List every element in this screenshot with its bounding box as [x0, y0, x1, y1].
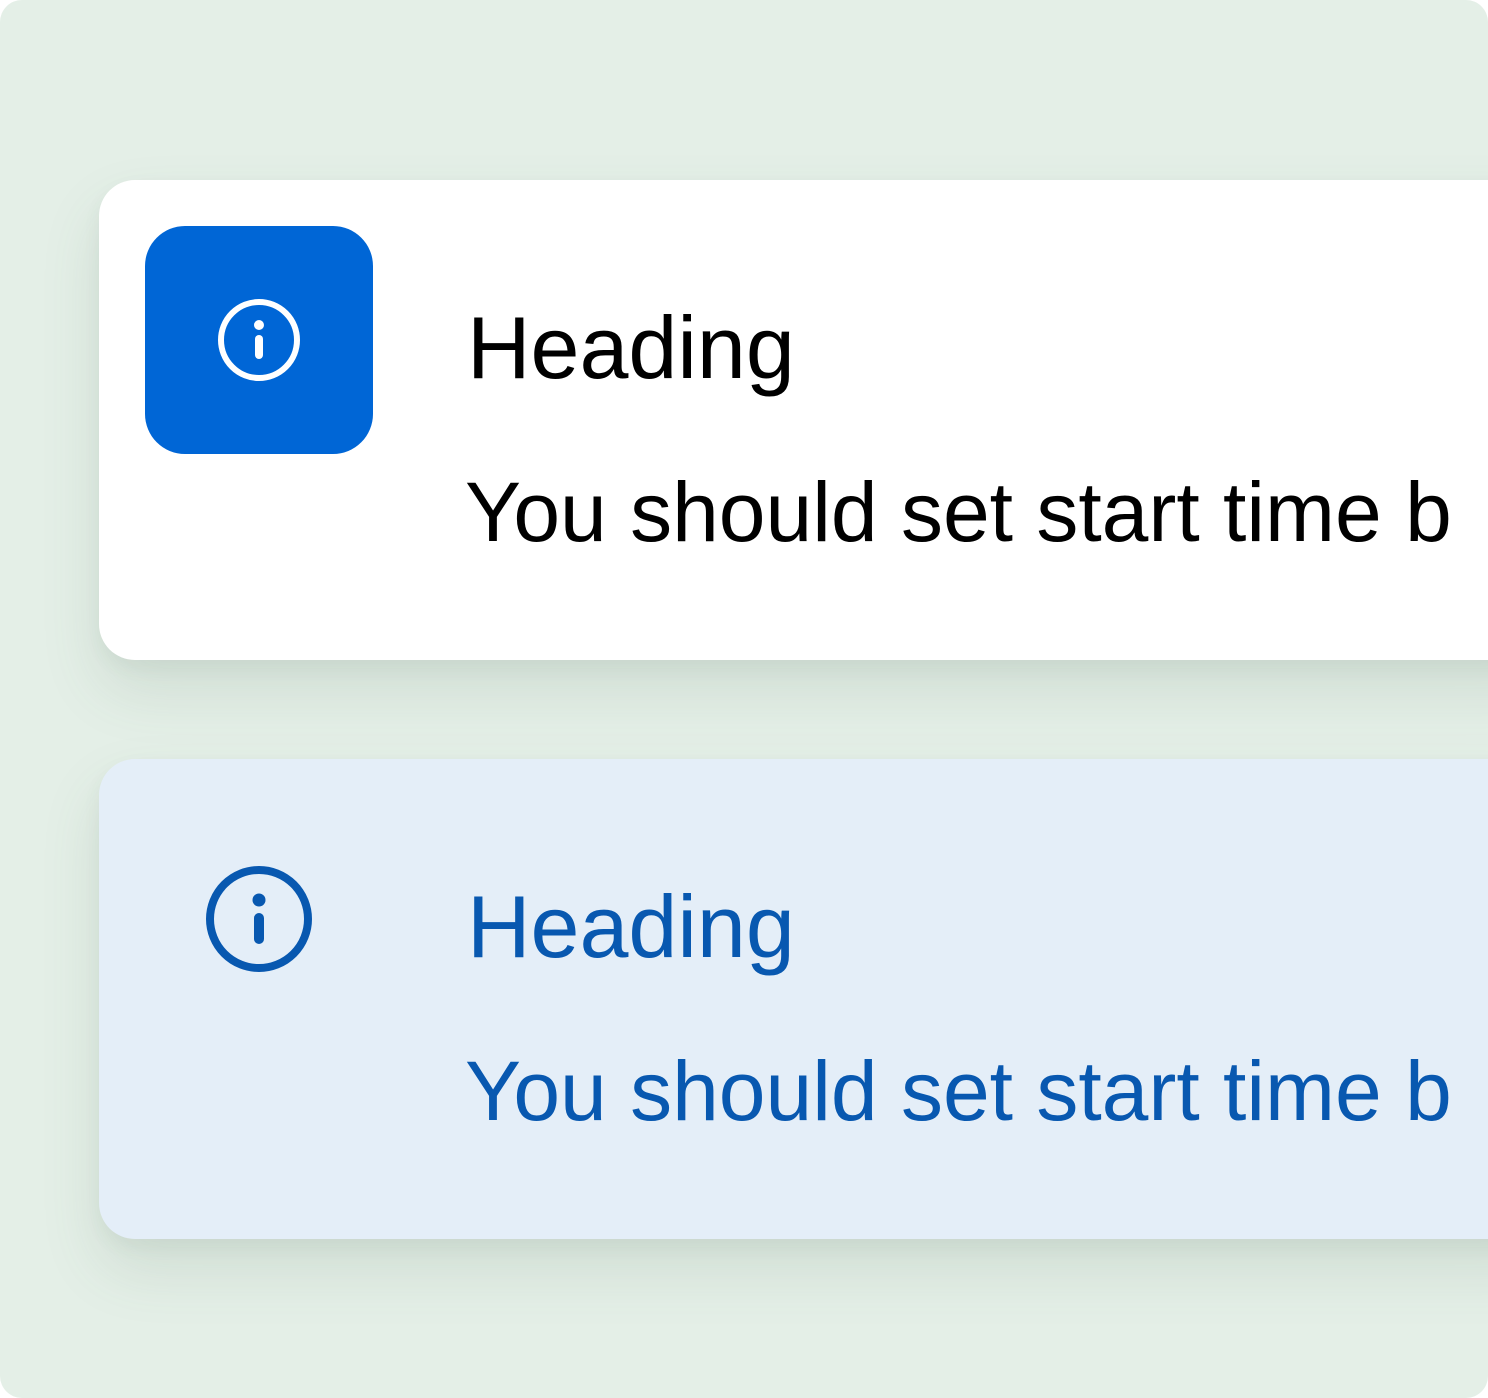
info-icon-wrapper: [203, 863, 315, 975]
alert-tinted: Heading You should set start time b: [99, 759, 1488, 1239]
alert-body: You should set start time b: [465, 1044, 1452, 1138]
alert-heading: Heading: [467, 298, 795, 397]
alert-body: You should set start time b: [465, 465, 1452, 559]
info-icon-tile: [145, 226, 373, 454]
alert-solid: Heading You should set start time b: [99, 180, 1488, 660]
info-icon: [206, 866, 312, 972]
preview-canvas: Heading You should set start time b Head…: [0, 0, 1488, 1398]
alert-heading: Heading: [467, 877, 795, 976]
info-icon: [218, 299, 300, 381]
